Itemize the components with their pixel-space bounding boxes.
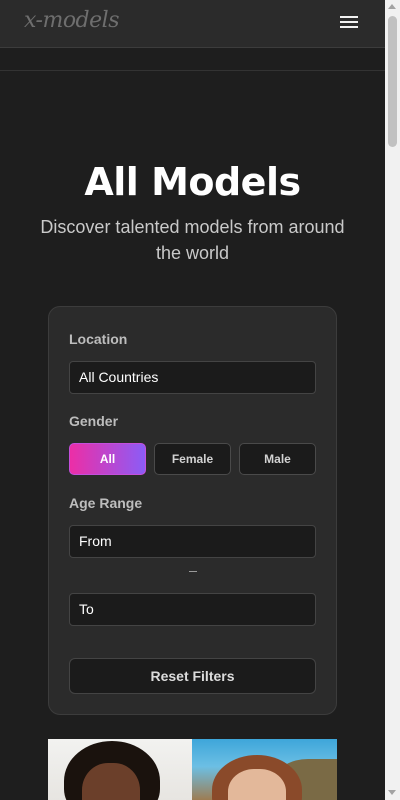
vertical-scrollbar[interactable]	[385, 0, 400, 800]
location-select[interactable]: All Countries	[69, 361, 316, 394]
page-title: All Models	[84, 160, 301, 204]
model-card-thumbnail[interactable]	[192, 739, 337, 800]
model-card-thumbnail[interactable]	[48, 739, 192, 800]
hamburger-menu-icon[interactable]	[340, 16, 358, 30]
page: x-models All Models Discover talented mo…	[0, 0, 385, 800]
age-from-input[interactable]: From	[69, 525, 316, 558]
gender-option-male[interactable]: Male	[239, 443, 316, 475]
header-divider	[0, 70, 385, 71]
reset-filters-button[interactable]: Reset Filters	[69, 658, 316, 694]
page-subtitle: Discover talented models from around the…	[40, 217, 345, 263]
scroll-thumb[interactable]	[388, 16, 397, 147]
scroll-down-arrow-icon[interactable]	[388, 790, 396, 795]
gender-label: Gender	[69, 413, 119, 429]
age-range-separator	[189, 571, 197, 572]
brand-logo[interactable]: x-models	[24, 8, 120, 33]
scroll-up-arrow-icon[interactable]	[388, 4, 396, 9]
age-range-label: Age Range	[69, 495, 143, 511]
location-label: Location	[69, 331, 128, 347]
filter-panel: Location All Countries Gender All Female…	[48, 306, 337, 715]
age-to-input[interactable]: To	[69, 593, 316, 626]
top-header: x-models	[0, 0, 385, 48]
gender-option-female[interactable]: Female	[154, 443, 231, 475]
gender-option-all[interactable]: All	[69, 443, 146, 475]
